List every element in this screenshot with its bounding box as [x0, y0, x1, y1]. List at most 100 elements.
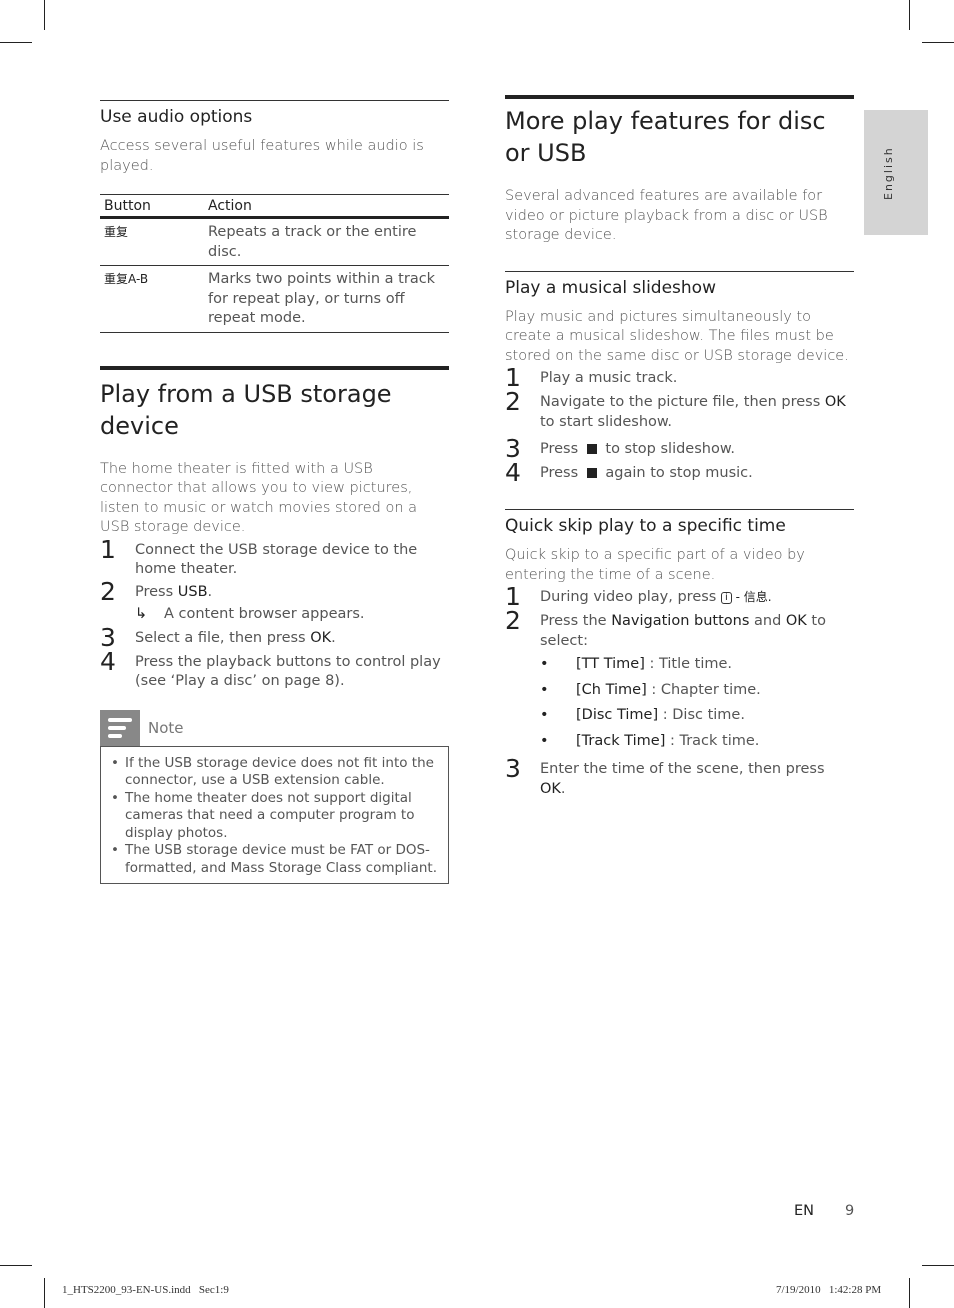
step-text: Navigate to the picture file, then press… — [540, 390, 854, 432]
stop-icon — [586, 468, 597, 478]
time-option-desc: : Disc time. — [658, 707, 745, 723]
usb-step-1: 1 Connect the USB storage device to the … — [100, 534, 449, 580]
ok-key-label: OK — [824, 394, 846, 410]
time-option: • [Disc Time] : Disc time. — [540, 707, 745, 723]
slideshow-step-3: 3 Press to stop slideshow. — [505, 436, 854, 461]
step-text: During video play, press i - 信息. — [540, 585, 772, 608]
audio-options-table: Button Action 重复 Repeats a track or the … — [100, 194, 449, 333]
step-text: Press to stop slideshow. — [540, 437, 735, 460]
table-cell-action: Marks two points within a track for repe… — [204, 265, 449, 333]
slideshow-step-1: 1 Play a music track. — [505, 365, 854, 390]
slideshow-step-4: 4 Press again to stop music. — [505, 458, 854, 487]
note-icon — [100, 709, 140, 746]
note-label: Note — [148, 718, 184, 737]
step-number: 3 — [100, 622, 116, 652]
audio-options-title: Use audio options — [100, 107, 253, 127]
step-text-pre: Select a file, then press — [135, 629, 311, 646]
step-number: 2 — [505, 387, 521, 416]
time-option: • [Track Time] : Track time. — [540, 732, 760, 749]
usb-step-3: 3 Select a file, then press OK. — [100, 622, 449, 652]
step-text-pre: Press — [540, 465, 583, 481]
step-number: 4 — [100, 646, 116, 676]
step-number: 2 — [100, 576, 116, 606]
navigation-buttons-label: Navigation buttons — [611, 613, 750, 629]
step-text: Connect the USB storage device to the ho… — [135, 541, 418, 578]
step-text-pre: Press the — [540, 613, 612, 629]
step-text-mid: and — [749, 613, 786, 629]
step-number: 2 — [505, 606, 521, 635]
time-option-name: [TT Time] — [576, 656, 645, 672]
step-number: 3 — [505, 754, 521, 783]
crop-mark — [0, 1265, 32, 1266]
crop-mark — [922, 42, 954, 43]
step-number: 1 — [100, 534, 116, 564]
crop-mark — [922, 1265, 954, 1266]
quick-skip-step-3: 3 Enter the time of the scene, then pres… — [505, 754, 854, 799]
time-option-name: [Ch Time] — [576, 681, 647, 698]
step-text-post: . — [560, 780, 566, 797]
step-text-post: - 信息. — [731, 590, 772, 604]
slideshow-intro: Play music and pictures simultaneously t… — [505, 308, 849, 364]
result-arrow-icon: ↳ — [135, 605, 148, 622]
step-text: Press the playback buttons to control pl… — [135, 653, 441, 690]
slug-timestamp: 7/19/2010 1:42:28 PM — [776, 1284, 882, 1296]
slideshow-title: Play a musical slideshow — [505, 277, 716, 298]
step-text: Press again to stop music. — [540, 461, 753, 484]
step-text-post: to stop slideshow. — [600, 441, 735, 457]
section-divider — [100, 100, 449, 101]
table-cell-button: 重复A-B — [100, 265, 204, 333]
section-divider-thick — [100, 365, 449, 370]
audio-options-intro: Access several useful features while aud… — [100, 138, 424, 174]
quick-skip-step-2: 2 Press the Navigation buttons and OK to… — [505, 606, 854, 651]
slug-file-info: 1_HTS2200_93-EN-US.indd Sec1:9 — [62, 1284, 229, 1296]
time-option-desc: : Chapter time. — [646, 681, 761, 698]
language-tab-label: English — [882, 146, 895, 200]
more-features-intro: Several advanced features are available … — [505, 188, 828, 243]
usb-key-label: USB — [177, 583, 208, 600]
stop-icon — [586, 444, 597, 454]
usb-section-title: Play from a USB storage device — [100, 379, 392, 440]
language-tab: English — [864, 110, 928, 235]
info-button-icon: i — [720, 592, 732, 604]
ok-key-label: OK — [310, 629, 332, 646]
time-option-name: [Track Time] — [576, 732, 666, 749]
usb-step-2: 2 Press USB. — [100, 576, 449, 606]
page-number: 9 — [845, 1203, 855, 1219]
step-text-post: to start slideshow. — [540, 413, 673, 430]
step-result: ↳ A content browser appears. — [135, 606, 449, 622]
right-column: More play features for disc or USB Sever… — [505, 95, 854, 799]
time-option-desc: : Title time. — [644, 656, 733, 672]
step-text-pre: Press — [540, 441, 583, 457]
time-option: • [TT Time] : Title time. — [540, 656, 733, 672]
section-divider — [505, 270, 854, 272]
step-text-post: . — [331, 629, 336, 646]
step-text: Select a file, then press OK. — [135, 626, 336, 649]
table-cell-button: 重复 — [100, 217, 204, 266]
step-text: Press the Navigation buttons and OK to s… — [540, 609, 854, 651]
note-header: Note — [100, 709, 449, 746]
step-text-post: again to stop music. — [600, 465, 753, 481]
note-block: Note If the USB storage device does not … — [100, 709, 449, 884]
section-divider — [505, 509, 854, 510]
left-column: Use audio options Access several useful … — [100, 100, 449, 884]
usb-section-intro: The home theater is fitted with a USB co… — [100, 460, 418, 536]
table-row: 重复 Repeats a track or the entire disc. — [100, 217, 449, 266]
note-item: The USB storage device must be FAT or DO… — [111, 842, 440, 877]
ok-key-label: OK — [540, 780, 561, 797]
crop-mark — [0, 42, 32, 43]
table-header-action: Action — [204, 194, 449, 219]
crop-mark — [44, 1278, 45, 1308]
step-text: Play a music track. — [540, 370, 678, 386]
quick-skip-step-1: 1 During video play, press i - 信息. — [505, 584, 854, 609]
step-text: Enter the time of the scene, then press … — [540, 757, 854, 799]
step-number: 4 — [505, 458, 521, 487]
note-item: The home theater does not support digita… — [111, 790, 440, 843]
table-cell-action: Repeats a track or the entire disc. — [204, 217, 449, 266]
step-text-pre: During video play, press — [540, 589, 721, 605]
quick-skip-title: Quick skip play to a specific time — [505, 516, 786, 536]
slideshow-step-2: 2 Navigate to the picture file, then pre… — [505, 387, 854, 432]
note-item: If the USB storage device does not fit i… — [111, 755, 440, 790]
crop-mark — [909, 0, 910, 30]
usb-step-4: 4 Press the playback buttons to control … — [100, 646, 449, 692]
step-text-pre: Press — [135, 583, 178, 600]
